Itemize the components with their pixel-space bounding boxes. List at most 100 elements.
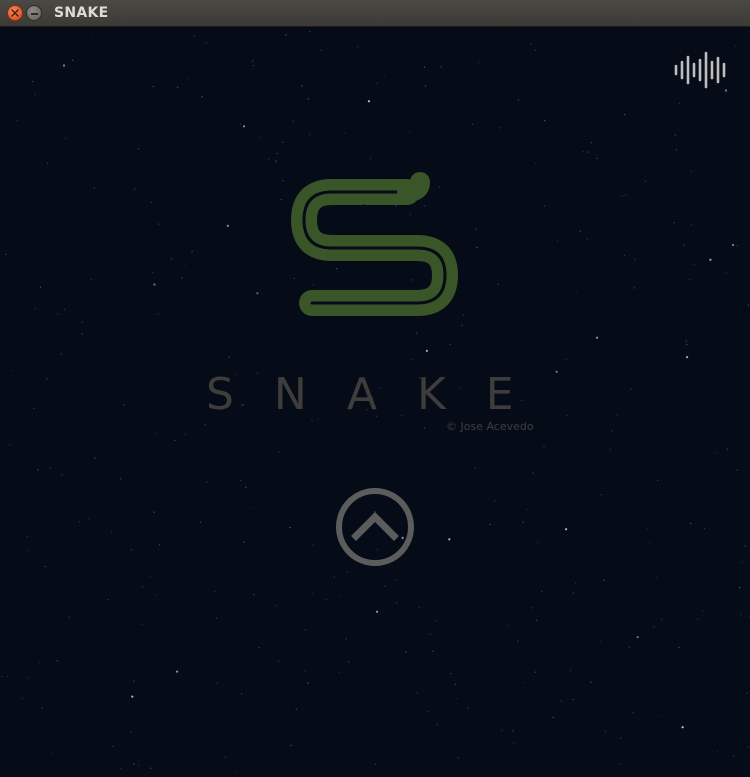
star: [152, 85, 155, 88]
star: [276, 152, 278, 155]
star: [280, 198, 282, 201]
star: [683, 244, 685, 246]
star: [27, 677, 29, 679]
star: [39, 286, 42, 288]
star: [213, 590, 216, 592]
star: [150, 767, 152, 769]
sound-toggle-button[interactable]: [674, 49, 726, 91]
star: [582, 151, 584, 153]
star: [436, 724, 438, 726]
star: [636, 636, 639, 639]
star: [674, 134, 677, 136]
star: [448, 538, 451, 541]
star: [60, 353, 62, 355]
star: [137, 764, 140, 766]
star: [68, 616, 70, 618]
star: [49, 467, 51, 469]
star: [681, 726, 684, 729]
star: [527, 508, 529, 511]
star: [199, 521, 202, 523]
star: [703, 528, 706, 530]
star: [434, 620, 437, 622]
star: [552, 716, 554, 718]
star: [346, 571, 348, 573]
star: [150, 201, 153, 204]
star: [176, 86, 179, 88]
star: [746, 692, 748, 694]
star: [513, 742, 515, 744]
star: [523, 682, 525, 684]
star: [16, 120, 18, 122]
star: [111, 531, 113, 533]
star: [216, 682, 219, 684]
star: [258, 646, 260, 649]
star: [440, 66, 442, 68]
star: [62, 64, 66, 67]
star: [556, 239, 559, 242]
star: [535, 619, 538, 622]
star: [628, 646, 631, 649]
star: [374, 763, 377, 766]
star: [240, 693, 243, 695]
star: [535, 162, 537, 164]
star: [499, 127, 501, 129]
star: [149, 576, 152, 578]
star: [630, 388, 632, 390]
star: [429, 633, 431, 635]
star: [532, 472, 534, 474]
star: [660, 618, 663, 621]
star: [747, 746, 750, 748]
star: [418, 606, 421, 608]
star: [94, 457, 96, 459]
star: [457, 757, 460, 759]
star: [579, 230, 582, 232]
star: [290, 744, 292, 747]
close-button[interactable]: [7, 5, 23, 21]
window-title: SNAKE: [54, 5, 109, 21]
star: [632, 712, 634, 714]
game-canvas[interactable]: SNAKE © Jose Acevedo: [0, 27, 750, 777]
star: [534, 49, 536, 52]
star: [450, 672, 452, 675]
close-icon: [11, 9, 19, 17]
star: [726, 448, 729, 450]
star: [725, 272, 727, 274]
star: [653, 626, 655, 628]
star: [534, 671, 536, 673]
star: [673, 222, 675, 224]
star: [347, 661, 350, 663]
star: [91, 34, 93, 36]
star: [475, 228, 477, 230]
star: [624, 113, 626, 116]
star: [497, 283, 499, 286]
star: [253, 593, 255, 596]
star: [176, 670, 179, 673]
star: [690, 224, 693, 226]
start-game-button[interactable]: [334, 486, 416, 568]
star: [64, 137, 67, 139]
title-bar[interactable]: SNAKE: [0, 0, 750, 27]
star: [517, 640, 519, 642]
star: [275, 160, 277, 162]
star: [256, 292, 259, 295]
star: [625, 194, 627, 196]
star: [686, 343, 688, 346]
star: [289, 526, 291, 529]
star: [5, 253, 7, 256]
star: [600, 493, 602, 496]
star: [678, 646, 680, 649]
star: [34, 308, 36, 310]
star: [537, 541, 539, 543]
star: [252, 507, 254, 509]
star: [506, 625, 508, 627]
minimize-button[interactable]: [26, 5, 42, 21]
star: [396, 602, 398, 604]
star: [184, 433, 186, 435]
star: [616, 414, 618, 416]
star: [309, 133, 311, 136]
star: [478, 61, 480, 63]
star: [38, 661, 40, 664]
star: [275, 605, 277, 607]
star: [415, 332, 418, 334]
star: [174, 439, 176, 442]
